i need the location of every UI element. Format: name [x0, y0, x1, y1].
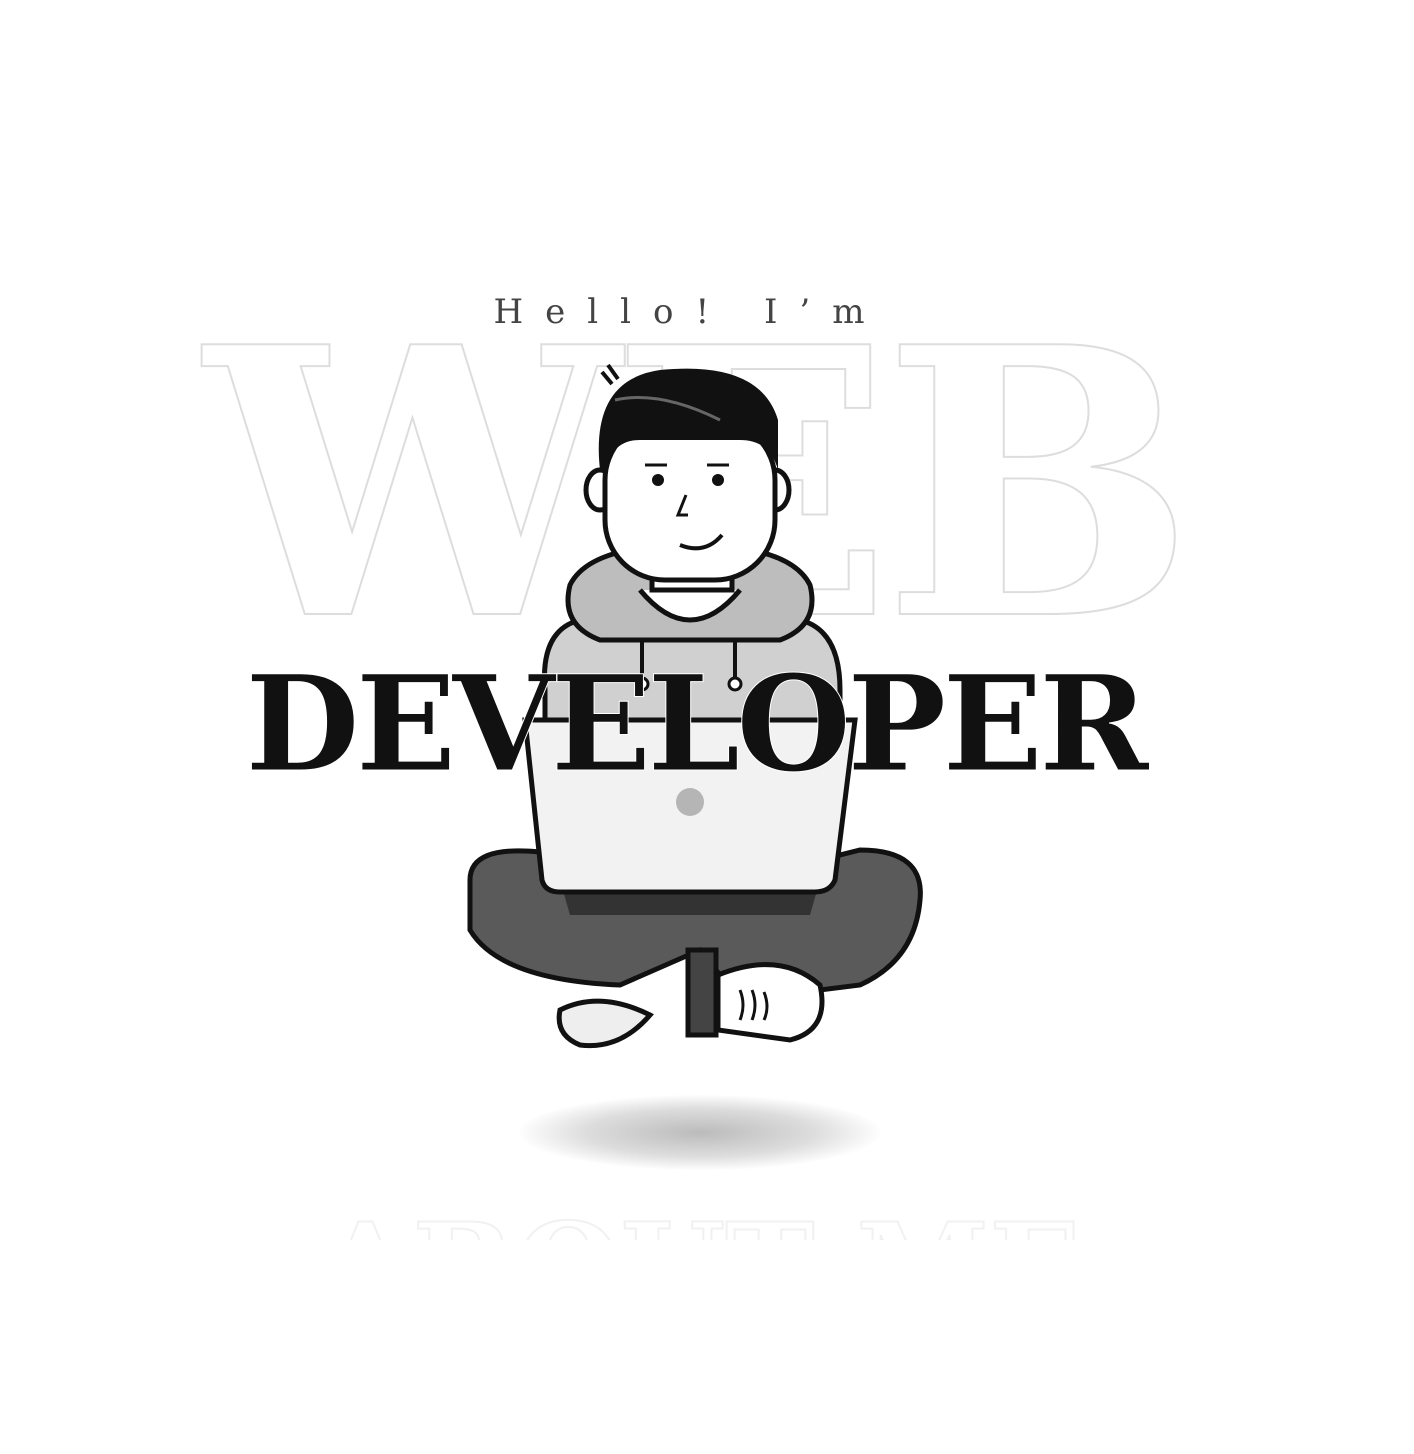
floating-shadow: [520, 1095, 880, 1170]
about-section-heading-clip: ABOUT ME: [0, 1195, 1414, 1241]
head: [583, 363, 792, 593]
about-section-heading: ABOUT ME: [0, 1202, 1400, 1241]
title-main-text: DEVELOPER: [245, 647, 1149, 802]
